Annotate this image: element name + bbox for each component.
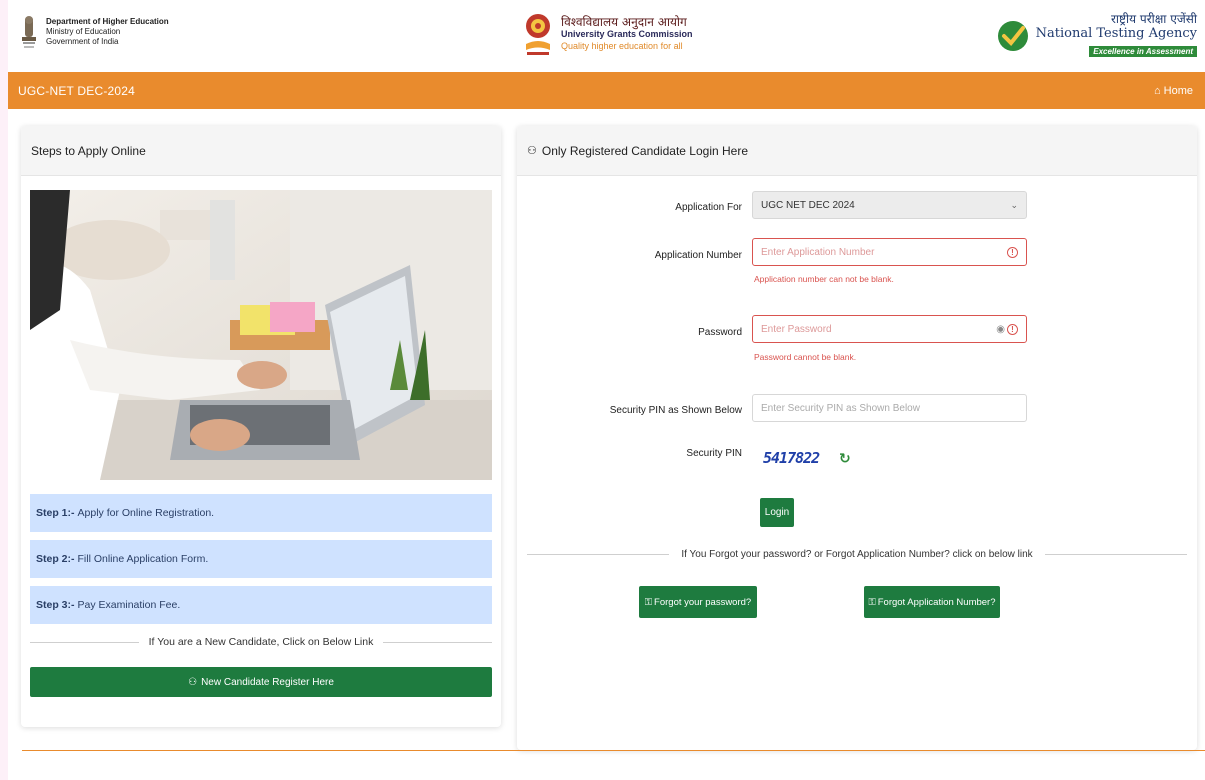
step-1-prefix: Step 1:- <box>36 507 75 519</box>
login-card: ⚇ Only Registered Candidate Login Here A… <box>517 126 1197 750</box>
home-label: Home <box>1163 84 1193 97</box>
step-1-text: Apply for Online Registration. <box>77 507 215 519</box>
moe-govt: Government of India <box>46 37 119 46</box>
exam-title: UGC-NET DEC-2024 <box>18 83 136 98</box>
step-2-prefix: Step 2:- <box>36 553 75 565</box>
forgot-divider: If You Forgot your password? or Forgot A… <box>527 546 1188 562</box>
home-icon: ⌂ <box>1154 84 1161 97</box>
security-pin-placeholder: Enter Security PIN as Shown Below <box>761 402 920 414</box>
password-error: Password cannot be blank. <box>754 352 857 362</box>
national-emblem-icon <box>18 12 40 52</box>
application-number-label: Application Number <box>654 250 742 261</box>
nta-logo[interactable]: राष्ट्रीय परीक्षा एजेंसी National Testin… <box>996 12 1197 59</box>
ugc-seal-icon <box>523 10 553 58</box>
security-pin-label: Security PIN <box>686 448 742 459</box>
nta-check-icon <box>996 19 1030 53</box>
new-candidate-divider: If You are a New Candidate, Click on Bel… <box>30 634 492 650</box>
key-icon: ⚿ <box>868 596 876 608</box>
chevron-down-icon: ⌄ <box>1010 199 1018 210</box>
eye-icon[interactable]: ◉ <box>996 324 1005 335</box>
new-candidate-register-button[interactable]: ⚇ New Candidate Register Here <box>30 667 492 697</box>
ugc-logo[interactable]: विश्वविद्यालय अनुदान आयोग University Gra… <box>523 10 693 58</box>
ugc-name: University Grants Commission <box>561 29 693 39</box>
forgot-password-label: Forgot your password? <box>654 596 752 608</box>
nta-badge: Excellence in Assessment <box>1089 46 1197 57</box>
ugc-tagline: Quality higher education for all <box>561 41 683 51</box>
password-label: Password <box>698 327 742 338</box>
application-for-select[interactable]: UGC NET DEC 2024 ⌄ <box>752 191 1027 219</box>
moe-ministry: Ministry of Education <box>46 27 121 36</box>
step-3: Step 3:- Pay Examination Fee. <box>30 586 492 624</box>
ugc-hindi-name: विश्वविद्यालय अनुदान आयोग <box>561 15 687 29</box>
application-number-error: Application number can not be blank. <box>754 274 894 284</box>
top-nav: UGC-NET DEC-2024 ⌂ Home <box>8 72 1205 109</box>
password-placeholder: Enter Password <box>761 323 832 335</box>
forgot-password-button[interactable]: ⚿ Forgot your password? <box>639 586 757 618</box>
nta-hindi-name: राष्ट्रीय परीक्षा एजेंसी <box>1110 12 1197 26</box>
application-number-input[interactable]: Enter Application Number ! <box>752 238 1027 266</box>
security-pin-captcha: 5417822 <box>763 449 820 467</box>
security-pin-input[interactable]: Enter Security PIN as Shown Below <box>752 394 1027 422</box>
laptop-illustration <box>30 190 492 480</box>
forgot-appno-label: Forgot Application Number? <box>877 596 996 608</box>
register-button-label: New Candidate Register Here <box>201 676 334 688</box>
moe-logo[interactable]: Department of Higher Education Ministry … <box>18 12 169 52</box>
login-card-header: ⚇ Only Registered Candidate Login Here <box>517 126 1197 176</box>
step-1: Step 1:- Apply for Online Registration. <box>30 494 492 532</box>
user-plus-icon: ⚇ <box>188 676 198 688</box>
moe-dept: Department of Higher Education <box>46 17 169 26</box>
login-card-title: Only Registered Candidate Login Here <box>541 143 748 158</box>
application-number-placeholder: Enter Application Number <box>761 246 875 258</box>
nta-name: National Testing Agency <box>1035 26 1197 41</box>
key-icon: ⚿ <box>644 596 653 608</box>
refresh-icon[interactable]: ↻ <box>839 450 851 467</box>
step-2: Step 2:- Fill Online Application Form. <box>30 540 492 578</box>
error-icon: ! <box>1007 246 1018 258</box>
new-candidate-text: If You are a New Candidate, Click on Bel… <box>148 636 374 648</box>
forgot-text: If You Forgot your password? or Forgot A… <box>681 548 1033 560</box>
site-header: Department of Higher Education Ministry … <box>8 0 1205 72</box>
forgot-application-number-button[interactable]: ⚿ Forgot Application Number? <box>864 586 1000 618</box>
password-input[interactable]: Enter Password ◉ ! <box>752 315 1027 343</box>
page: Department of Higher Education Ministry … <box>8 0 1205 780</box>
login-button[interactable]: Login <box>760 498 794 527</box>
application-for-value: UGC NET DEC 2024 <box>761 199 855 211</box>
steps-card: Steps to Apply Online Step 1:- Apply for… <box>21 126 501 727</box>
steps-card-title: Steps to Apply Online <box>21 126 501 176</box>
error-icon: ! <box>1007 323 1018 335</box>
step-3-text: Pay Examination Fee. <box>77 599 181 611</box>
step-2-text: Fill Online Application Form. <box>77 553 209 565</box>
user-icon: ⚇ <box>527 145 537 157</box>
security-pin-input-label: Security PIN as Shown Below <box>609 405 742 416</box>
footer-divider <box>22 750 1205 751</box>
application-for-label: Application For <box>675 202 742 213</box>
step-3-prefix: Step 3:- <box>36 599 75 611</box>
home-link[interactable]: ⌂ Home <box>1154 85 1193 97</box>
